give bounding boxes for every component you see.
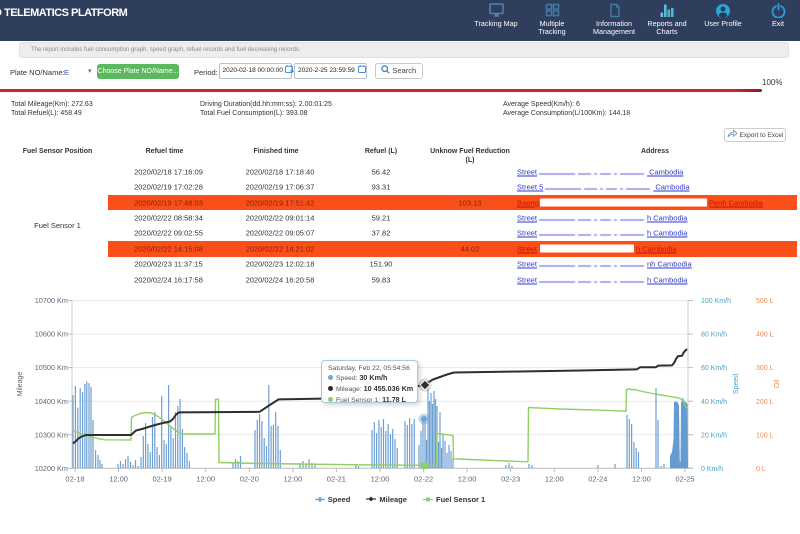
svg-text:02-19: 02-19 [153,475,172,484]
svg-text:12:00: 12:00 [458,475,477,484]
svg-text:80 Km/h: 80 Km/h [701,332,727,339]
svg-text:02-20: 02-20 [240,475,259,484]
svg-text:400 L: 400 L [756,332,774,339]
svg-text:Speed: Speed [733,374,740,394]
svg-text:10600 Km: 10600 Km [35,330,68,339]
svg-text:40 Km/h: 40 Km/h [701,399,727,406]
svg-text:10700 Km: 10700 Km [35,296,68,305]
svg-text:300 L: 300 L [756,365,774,372]
svg-text:02-25: 02-25 [675,475,694,484]
svg-text:Mileage: Mileage [17,372,24,397]
svg-text:12:00: 12:00 [545,475,564,484]
svg-text:60 Km/h: 60 Km/h [701,365,727,372]
svg-text:10300 Km: 10300 Km [35,430,68,439]
svg-text:02-22: 02-22 [414,475,433,484]
svg-text:200 L: 200 L [756,399,774,406]
svg-text:0 L: 0 L [756,466,766,473]
svg-text:12:00: 12:00 [196,475,215,484]
svg-text:10200 Km: 10200 Km [35,464,68,473]
svg-text:12:00: 12:00 [632,475,651,484]
svg-text:02-18: 02-18 [65,475,84,484]
svg-text:02-24: 02-24 [588,475,607,484]
svg-text:12:00: 12:00 [284,475,303,484]
svg-text:0 Km/h: 0 Km/h [701,466,723,473]
svg-text:100 L: 100 L [756,432,774,439]
svg-text:12:00: 12:00 [371,475,390,484]
svg-text:500 L: 500 L [756,298,774,305]
svg-text:Oil: Oil [774,379,781,388]
svg-text:20 Km/h: 20 Km/h [701,432,727,439]
svg-text:10400 Km: 10400 Km [35,397,68,406]
svg-text:10500 Km: 10500 Km [35,363,68,372]
svg-text:100 Km/h: 100 Km/h [701,298,731,305]
svg-text:12:00: 12:00 [109,475,128,484]
svg-text:02-21: 02-21 [327,475,346,484]
svg-text:02-23: 02-23 [501,475,520,484]
